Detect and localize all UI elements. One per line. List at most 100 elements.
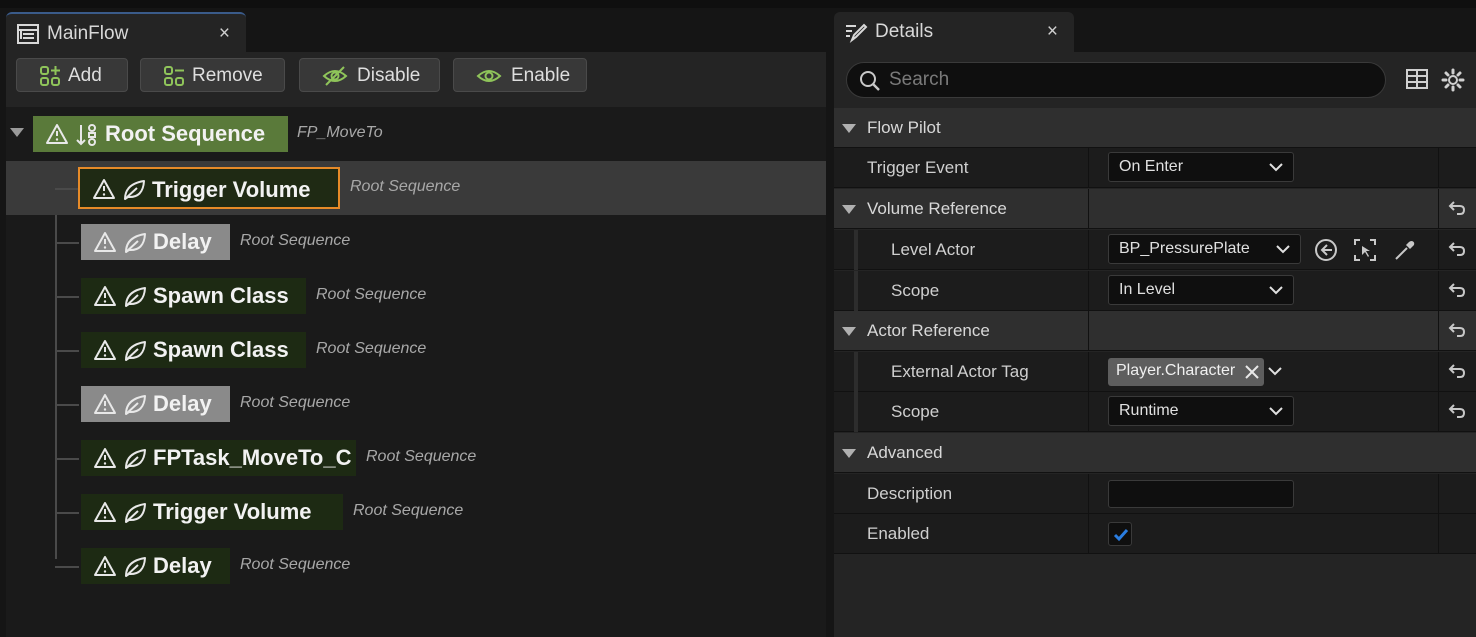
description-field[interactable]: [1108, 480, 1294, 508]
tree-row[interactable]: Trigger Volume Root Sequence: [6, 485, 826, 539]
select-actor-icon[interactable]: [1353, 238, 1377, 262]
warning-icon: [93, 447, 117, 469]
tree-row[interactable]: Delay Root Sequence: [6, 539, 826, 593]
tab-title: Details: [875, 21, 934, 42]
leaf-icon: [123, 231, 149, 255]
flow-task-node[interactable]: Delay: [81, 224, 230, 260]
node-label: Delay: [153, 229, 212, 254]
tab-title: MainFlow: [47, 23, 129, 44]
node-owner: Root Sequence: [350, 178, 461, 195]
reset-to-default-icon[interactable]: [1448, 322, 1466, 338]
column-divider: [1088, 189, 1089, 229]
eye-slash-icon: [322, 65, 348, 87]
remove-button[interactable]: Remove: [140, 58, 285, 92]
indent-guide: [854, 271, 858, 311]
flow-task-node[interactable]: Spawn Class: [81, 332, 306, 368]
panel-splitter[interactable]: [826, 8, 834, 637]
tree-row-root[interactable]: Root Sequence FP_MoveTo: [6, 107, 826, 161]
property-list: Flow Pilot Trigger Event On Enter Volume…: [834, 108, 1476, 637]
node-label: Spawn Class: [153, 283, 289, 308]
leaf-icon: [122, 178, 148, 202]
remove-tag-icon[interactable]: [1244, 364, 1260, 380]
flow-task-node[interactable]: FPTask_MoveTo_C: [81, 440, 356, 476]
add-button-label: Add: [68, 65, 102, 86]
column-divider: [1088, 311, 1089, 351]
enabled-checkbox[interactable]: [1108, 522, 1132, 546]
add-button[interactable]: Add: [16, 58, 128, 92]
collapse-arrow-icon[interactable]: [842, 205, 856, 214]
collapse-arrow-icon[interactable]: [842, 124, 856, 133]
collapse-arrow-icon[interactable]: [842, 449, 856, 458]
collapse-arrow-icon[interactable]: [842, 327, 856, 336]
flow-task-node[interactable]: Trigger Volume: [78, 167, 340, 209]
node-owner: Root Sequence: [240, 232, 351, 249]
column-divider: [1438, 474, 1439, 514]
category-label: Flow Pilot: [867, 118, 941, 137]
property-label: Description: [867, 484, 953, 503]
gameplay-tag-chip[interactable]: Player.Character: [1108, 358, 1264, 386]
gear-icon[interactable]: [1441, 68, 1465, 92]
tree-row[interactable]: Delay Root Sequence: [6, 215, 826, 269]
close-icon[interactable]: ×: [219, 23, 230, 45]
column-divider[interactable]: [1088, 148, 1089, 188]
volume-scope-dropdown[interactable]: In Level: [1108, 275, 1294, 305]
property-external-actor-tag: External Actor Tag Player.Character: [834, 352, 1476, 392]
reset-to-default-icon[interactable]: [1448, 282, 1466, 298]
disable-button-label: Disable: [357, 65, 421, 86]
table-view-icon[interactable]: [1406, 68, 1428, 90]
node-owner: FP_MoveTo: [297, 124, 383, 141]
actor-scope-dropdown[interactable]: Runtime: [1108, 396, 1294, 426]
tab-mainflow[interactable]: MainFlow ×: [6, 12, 246, 52]
reset-to-default-icon[interactable]: [1448, 241, 1466, 257]
property-description: Description: [834, 474, 1476, 514]
tree-connector-line: [55, 242, 79, 244]
tree-row[interactable]: Spawn Class Root Sequence: [6, 323, 826, 377]
flow-task-node[interactable]: Trigger Volume: [81, 494, 343, 530]
category-actor-reference[interactable]: Actor Reference: [834, 311, 1476, 351]
eyedropper-icon[interactable]: [1393, 238, 1417, 262]
node-owner: Root Sequence: [240, 556, 351, 573]
tree-connector-line: [55, 512, 79, 514]
tree-row[interactable]: Trigger Volume Root Sequence: [6, 161, 826, 215]
node-label: Spawn Class: [153, 337, 289, 362]
disable-button[interactable]: Disable: [299, 58, 440, 92]
search-input[interactable]: Search: [846, 62, 1386, 98]
reset-to-default-icon[interactable]: [1448, 403, 1466, 419]
tab-details[interactable]: Details ×: [834, 12, 1074, 52]
category-volume-reference[interactable]: Volume Reference: [834, 189, 1476, 229]
browse-to-asset-icon[interactable]: [1314, 238, 1338, 262]
outliner-toolbar: Add Remove Disable Enable: [6, 52, 826, 107]
tree-row[interactable]: Spawn Class Root Sequence: [6, 269, 826, 323]
tree-connector-line: [55, 566, 79, 568]
reset-to-default-icon[interactable]: [1448, 200, 1466, 216]
category-flow-pilot[interactable]: Flow Pilot: [834, 108, 1476, 148]
level-actor-dropdown[interactable]: BP_PressurePlate: [1108, 234, 1301, 264]
reset-to-default-icon[interactable]: [1448, 363, 1466, 379]
sort-icon: [75, 123, 101, 147]
flow-task-node[interactable]: Spawn Class: [81, 278, 306, 314]
column-divider: [1088, 271, 1089, 311]
warning-icon: [93, 285, 117, 307]
column-divider: [1438, 311, 1439, 351]
root-sequence-node[interactable]: Root Sequence: [33, 116, 288, 152]
warning-icon: [93, 393, 117, 415]
enable-button[interactable]: Enable: [453, 58, 587, 92]
window-top-strip: [0, 0, 1476, 8]
close-icon[interactable]: ×: [1047, 21, 1058, 43]
chevron-down-icon[interactable]: [1268, 366, 1282, 376]
tree-connector-line: [55, 404, 79, 406]
trigger-event-dropdown[interactable]: On Enter: [1108, 152, 1294, 182]
warning-icon: [93, 501, 117, 523]
tree-row[interactable]: FPTask_MoveTo_C Root Sequence: [6, 431, 826, 485]
node-owner: Root Sequence: [240, 394, 351, 411]
category-advanced[interactable]: Advanced: [834, 433, 1476, 473]
expand-arrow-icon[interactable]: [10, 128, 24, 137]
tree-row[interactable]: Delay Root Sequence: [6, 377, 826, 431]
flow-task-node[interactable]: Delay: [81, 548, 230, 584]
chevron-down-icon: [1269, 162, 1283, 172]
property-actor-scope: Scope Runtime: [834, 392, 1476, 432]
warning-icon: [93, 231, 117, 253]
column-divider: [1438, 352, 1439, 392]
flow-task-node[interactable]: Delay: [81, 386, 230, 422]
left-tab-bar: MainFlow ×: [0, 8, 826, 52]
